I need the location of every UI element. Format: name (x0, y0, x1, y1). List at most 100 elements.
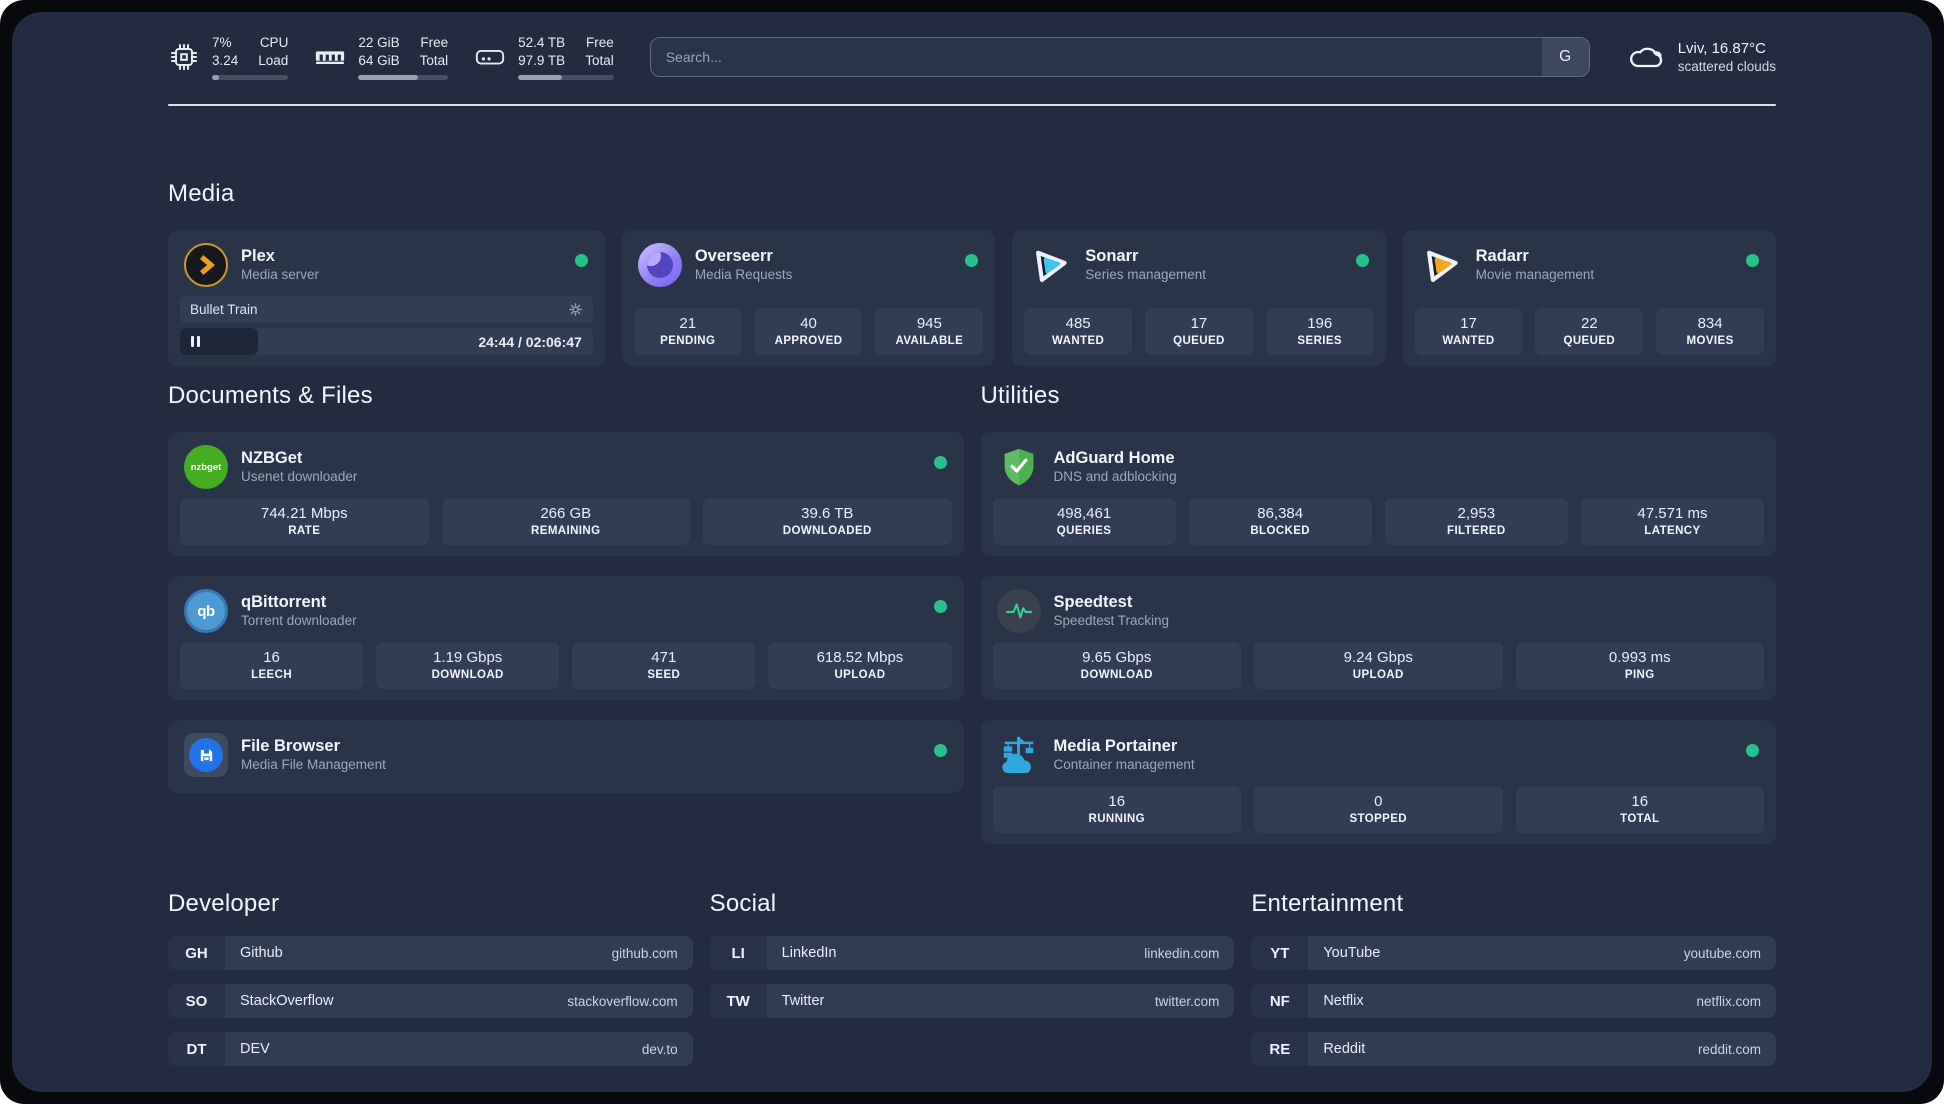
stat-leech: 16 LEECH (180, 642, 364, 689)
topbar: 7% 3.24 CPU Load 22 GiB 64 GiB Free Tota… (168, 30, 1776, 84)
memory-progress-fill (358, 74, 418, 80)
filebrowser-icon (184, 733, 228, 777)
screenshot-frame: 7% 3.24 CPU Load 22 GiB 64 GiB Free Tota… (0, 0, 1944, 1104)
bookmark-abbr: TW (709, 984, 767, 1018)
section-title-media: Media (168, 180, 235, 207)
disk-widget: 52.4 TB 97.9 TB Free Total (474, 34, 614, 80)
section-title-developer: Developer (168, 890, 280, 917)
stat-blocked: 86,384 BLOCKED (1188, 498, 1372, 545)
media-card-row: Plex Media server Bullet Train 24:44 / 0… (168, 230, 1776, 366)
service-card-overseerr[interactable]: Overseerr Media Requests 21 PENDING 40 A… (621, 230, 996, 366)
service-card-radarr[interactable]: Radarr Movie management 17 WANTED 22 QUE… (1402, 230, 1776, 366)
memory-free-value: 22 GiB (358, 35, 400, 51)
stat-running: 16 RUNNING (992, 786, 1241, 833)
service-name: Overseerr (694, 247, 773, 266)
service-name: Speedtest (1053, 593, 1133, 612)
search-provider-button[interactable]: G (1541, 38, 1589, 76)
bookmark-dev[interactable]: DT DEV dev.to (168, 1032, 693, 1066)
stat-downloaded: 39.6 TB DOWNLOADED (703, 498, 952, 545)
status-dot (933, 600, 947, 613)
bookmark-domain: netflix.com (1696, 993, 1761, 1009)
bookmark-abbr: YT (1251, 936, 1309, 970)
adguard-icon (997, 445, 1041, 489)
memory-free-label: Free (420, 35, 449, 51)
topbar-divider (168, 104, 1776, 106)
service-description: Movie management (1475, 266, 1595, 282)
cpu-widget: 7% 3.24 CPU Load (168, 34, 289, 80)
social-bookmarks: Social LI LinkedIn linkedin.com TW Twitt… (709, 890, 1235, 1080)
section-title-social: Social (709, 890, 777, 917)
weather-widget: Lviv, 16.87°C scattered clouds (1626, 40, 1776, 74)
bookmark-name: LinkedIn (781, 945, 837, 961)
bookmark-github[interactable]: GH Github github.com (168, 936, 693, 970)
pause-button[interactable] (180, 328, 259, 355)
bookmark-abbr: GH (168, 936, 225, 970)
bookmark-name: Netflix (1323, 993, 1364, 1009)
bookmark-domain: youtube.com (1683, 945, 1761, 961)
overseerr-icon (637, 243, 682, 287)
bookmark-abbr: NF (1251, 984, 1309, 1018)
service-description: Series management (1085, 266, 1207, 282)
service-card-portainer[interactable]: Media Portainer Container management 16 … (980, 720, 1776, 844)
bookmark-reddit[interactable]: RE Reddit reddit.com (1251, 1032, 1776, 1066)
stream-settings-gear-icon[interactable] (568, 302, 583, 317)
service-name: Plex (241, 247, 275, 266)
speedtest-icon (996, 589, 1041, 633)
stat-latency: 47.571 ms LATENCY (1580, 498, 1764, 545)
service-description: DNS and adblocking (1053, 468, 1177, 484)
memory-icon (316, 51, 345, 64)
playback-progress-bar: 24:44 / 02:06:47 (180, 328, 593, 355)
bookmark-youtube[interactable]: YT YouTube youtube.com (1251, 936, 1776, 970)
stat-download: 1.19 Gbps DOWNLOAD (376, 642, 560, 689)
bookmark-name: Reddit (1323, 1041, 1366, 1057)
bookmark-twitter[interactable]: TW Twitter twitter.com (709, 984, 1235, 1018)
cpu-usage: 7% (212, 35, 232, 51)
service-name: NZBGet (241, 449, 303, 468)
weather-location-temp: Lviv, 16.87°C (1677, 40, 1766, 57)
cpu-progress-track (212, 74, 289, 80)
weather-condition: scattered clouds (1677, 59, 1776, 74)
bookmark-domain: twitter.com (1154, 993, 1220, 1009)
bookmark-netflix[interactable]: NF Netflix netflix.com (1251, 984, 1776, 1018)
bookmark-name: StackOverflow (240, 993, 334, 1009)
service-card-qbittorrent[interactable]: qb qBittorrent Torrent downloader 16 LEE… (168, 576, 964, 700)
service-card-plex[interactable]: Plex Media server Bullet Train 24:44 / 0… (168, 230, 605, 366)
service-card-speedtest[interactable]: Speedtest Speedtest Tracking 9.65 Gbps D… (980, 576, 1776, 700)
stat-queued: 17 QUEUED (1145, 308, 1253, 355)
bookmark-domain: github.com (611, 945, 678, 961)
bookmark-name: YouTube (1323, 945, 1381, 961)
service-name: File Browser (241, 737, 341, 756)
bookmark-linkedin[interactable]: LI LinkedIn linkedin.com (709, 936, 1235, 970)
stat-pending: 21 PENDING (633, 308, 742, 355)
status-dot (1355, 254, 1369, 267)
disk-total-value: 97.9 TB (518, 53, 566, 68)
section-title-utilities: Utilities (980, 382, 1060, 409)
stat-filtered: 2,953 FILTERED (1384, 498, 1568, 545)
disk-free-value: 52.4 TB (518, 35, 566, 51)
service-name: AdGuard Home (1053, 449, 1175, 468)
stat-queued: 22 QUEUED (1535, 308, 1644, 355)
utilities-column: Utilities AdGuard Home DNS and adblockin… (980, 382, 1776, 844)
service-description: Container management (1053, 756, 1195, 772)
search-bar: G (649, 37, 1590, 77)
cpu-load-label: Load (258, 53, 289, 68)
service-card-sonarr[interactable]: Sonarr Series management 485 WANTED 17 Q… (1012, 230, 1386, 366)
nzbget-icon: nzbget (184, 445, 228, 489)
stat-download: 9.65 Gbps DOWNLOAD (992, 642, 1241, 689)
search-input[interactable] (650, 38, 1542, 76)
disk-icon (476, 49, 505, 65)
bookmark-stackoverflow[interactable]: SO StackOverflow stackoverflow.com (168, 984, 693, 1018)
disk-progress-fill (518, 74, 563, 80)
service-card-adguard[interactable]: AdGuard Home DNS and adblocking 498,461 … (980, 432, 1776, 556)
plex-icon (184, 243, 228, 287)
stat-seed: 471 SEED (572, 642, 756, 689)
section-title-documents: Documents & Files (168, 382, 373, 409)
memory-progress-track (358, 74, 449, 80)
service-card-nzbget[interactable]: nzbget NZBGet Usenet downloader 744.21 M… (168, 432, 964, 556)
radarr-icon (1419, 243, 1463, 287)
pause-icon (191, 336, 200, 347)
disk-total-label: Total (585, 53, 614, 68)
service-card-filebrowser[interactable]: File Browser Media File Management (168, 720, 964, 793)
service-name: qBittorrent (241, 593, 327, 612)
service-description: Media File Management (241, 756, 386, 772)
